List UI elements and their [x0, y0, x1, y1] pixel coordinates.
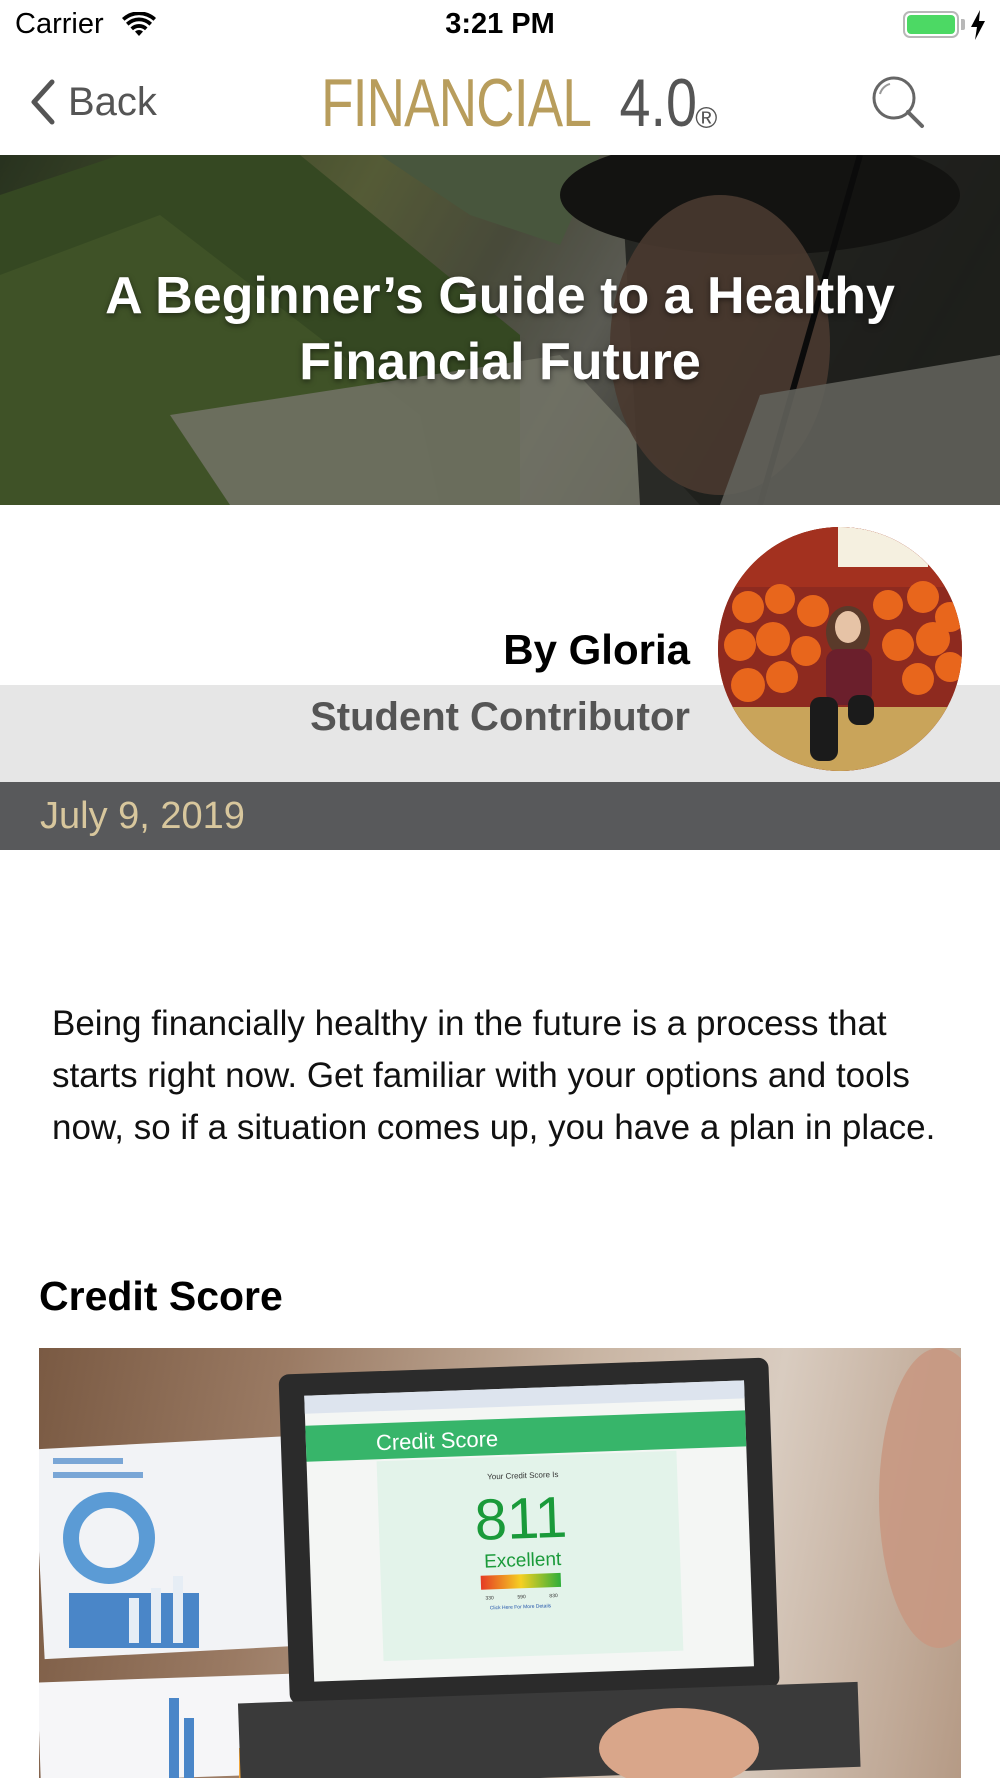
- author-name: By Gloria: [503, 626, 690, 673]
- credit-score-photo: Credit Score Your Credit Score Is 811 Ex…: [39, 1348, 961, 1778]
- article-intro: Being financially healthy in the future …: [52, 1004, 936, 1147]
- charging-bolt-icon: [971, 10, 985, 40]
- author-role: Student Contributor: [310, 695, 690, 739]
- registered-mark: ®: [695, 102, 718, 135]
- battery-nub: [961, 19, 965, 30]
- brand-logo: FINANCIAL 4.0®: [0, 64, 1000, 142]
- status-bar: Carrier 3:21 PM: [0, 0, 1000, 50]
- publish-date: July 9, 2019: [40, 795, 245, 837]
- avatar-photo: [718, 527, 962, 771]
- section-heading-credit-score: Credit Score: [39, 1273, 283, 1319]
- brand-version: 4.0: [619, 65, 697, 141]
- screen-header: Credit Score: [375, 1426, 498, 1455]
- credit-score-image: Credit Score Your Credit Score Is 811 Ex…: [39, 1348, 961, 1778]
- scale-label-low: 330: [485, 1595, 494, 1601]
- brand-word: FINANCIAL: [320, 65, 592, 141]
- scale-label-high: 830: [549, 1593, 558, 1599]
- article-title: A Beginner’s Guide to a Healthy Financia…: [105, 267, 895, 391]
- clock: 3:21 PM: [445, 8, 555, 40]
- navigation-bar: Back FINANCIAL 4.0®: [0, 50, 1000, 155]
- date-bar: July 9, 2019: [0, 782, 1000, 850]
- hero-banner: A Beginner’s Guide to a Healthy Financia…: [0, 155, 1000, 505]
- score-value: 811: [474, 1485, 569, 1553]
- search-icon[interactable]: [868, 72, 928, 132]
- score-rating: Excellent: [484, 1549, 563, 1573]
- scale-label-mid: 590: [517, 1594, 526, 1600]
- author-avatar: [718, 527, 962, 771]
- battery-icon: [903, 11, 959, 38]
